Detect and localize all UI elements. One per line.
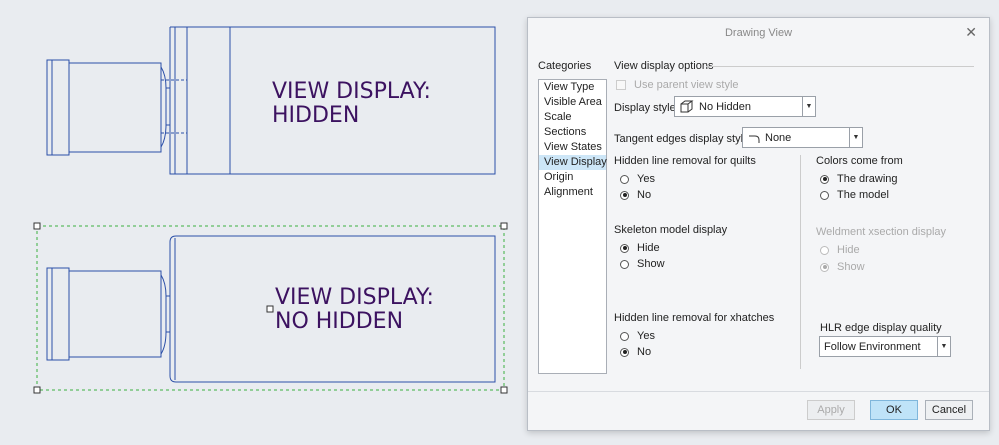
category-scale[interactable]: Scale (539, 110, 606, 125)
colors-label: Colors come from (816, 155, 903, 167)
hlr-quality-value: Follow Environment (824, 340, 921, 353)
hlr-quilts-yes-radio[interactable]: Yes (620, 173, 655, 185)
radio-label: The drawing (837, 173, 898, 185)
hlr-xhatches-label: Hidden line removal for xhatches (614, 312, 775, 324)
top-view-note-line2[interactable]: HIDDEN (272, 103, 359, 128)
radio-label: Yes (637, 330, 655, 342)
category-sections[interactable]: Sections (539, 125, 606, 140)
radio-label: Show (637, 258, 665, 270)
hlr-quilts-no-radio[interactable]: No (620, 189, 651, 201)
weldment-show-radio[interactable]: Show (820, 261, 865, 273)
button-bar-divider (528, 391, 989, 392)
display-style-value: No Hidden (699, 100, 751, 113)
handle-top-left[interactable] (33, 222, 41, 230)
use-parent-view-style-label: Use parent view style (634, 79, 739, 91)
chevron-down-icon[interactable]: ▼ (937, 337, 950, 356)
colors-drawing-radio[interactable]: The drawing (820, 173, 898, 185)
section-title: View display options (614, 60, 714, 72)
radio-label: Show (837, 261, 865, 273)
radio-label: Hide (637, 242, 660, 254)
no-hidden-cube-icon (680, 100, 694, 112)
display-style-label: Display style (614, 102, 676, 114)
handle-bottom-right[interactable] (500, 386, 508, 394)
tangent-edge-icon (749, 135, 760, 143)
colors-model-radio[interactable]: The model (820, 189, 889, 201)
radio-label: No (637, 189, 652, 201)
selection-handles[interactable] (33, 222, 508, 394)
radio-label: No (637, 346, 652, 358)
radio-label: The model (837, 189, 889, 201)
categories-label: Categories (538, 60, 592, 72)
category-view-states[interactable]: View States (539, 140, 606, 155)
weldment-label: Weldment xsection display (816, 226, 947, 238)
tangent-edges-dropdown[interactable]: None ▼ (742, 127, 863, 148)
category-visible-area[interactable]: Visible Area (539, 95, 606, 110)
weldment-hide-radio[interactable]: Hide (820, 244, 860, 256)
chevron-down-icon[interactable]: ▼ (802, 97, 815, 116)
category-view-type[interactable]: View Type (539, 80, 606, 95)
column-divider (800, 155, 801, 369)
skeleton-hide-radio[interactable]: Hide (620, 242, 660, 254)
dialog-title: Drawing View (724, 27, 793, 39)
category-origin[interactable]: Origin (539, 170, 606, 185)
skeleton-show-radio[interactable]: Show (620, 258, 665, 270)
hlr-xhatches-no-radio[interactable]: No (620, 346, 651, 358)
tangent-edges-value: None (765, 131, 792, 144)
hlr-quality-dropdown[interactable]: Follow Environment ▼ (819, 336, 951, 357)
tangent-edges-label: Tangent edges display style (614, 133, 750, 145)
bottom-view-note-line1[interactable]: VIEW DISPLAY: (275, 285, 434, 310)
radio-label: Hide (837, 244, 860, 256)
ok-button[interactable]: OK (870, 400, 918, 420)
drawing-view-dialog: Drawing View ✕ Categories View Type Visi… (527, 17, 990, 431)
hlr-xhatches-yes-radio[interactable]: Yes (620, 330, 655, 342)
bottom-view-note-line2[interactable]: NO HIDDEN (275, 309, 403, 334)
categories-list[interactable]: View Type Visible Area Scale Sections Vi… (538, 79, 607, 374)
category-view-display[interactable]: View Display (539, 155, 607, 170)
handle-note[interactable] (266, 305, 274, 313)
skeleton-label: Skeleton model display (614, 224, 728, 236)
radio-label: Yes (637, 173, 655, 185)
checkbox-box (616, 80, 626, 90)
handle-top-right[interactable] (500, 222, 508, 230)
top-view-note-line1[interactable]: VIEW DISPLAY: (272, 79, 431, 104)
use-parent-view-style-checkbox[interactable]: Use parent view style (616, 79, 739, 91)
apply-button[interactable]: Apply (807, 400, 855, 420)
category-alignment[interactable]: Alignment (539, 185, 606, 200)
dialog-titlebar[interactable]: Drawing View ✕ (528, 18, 989, 48)
hlr-quality-label: HLR edge display quality (820, 322, 942, 334)
display-style-dropdown[interactable]: No Hidden ▼ (674, 96, 816, 117)
close-icon[interactable]: ✕ (965, 24, 977, 41)
cancel-button[interactable]: Cancel (925, 400, 973, 420)
section-divider (706, 66, 974, 67)
handle-bottom-left[interactable] (33, 386, 41, 394)
chevron-down-icon[interactable]: ▼ (849, 128, 862, 147)
hlr-quilts-label: Hidden line removal for quilts (614, 155, 756, 167)
